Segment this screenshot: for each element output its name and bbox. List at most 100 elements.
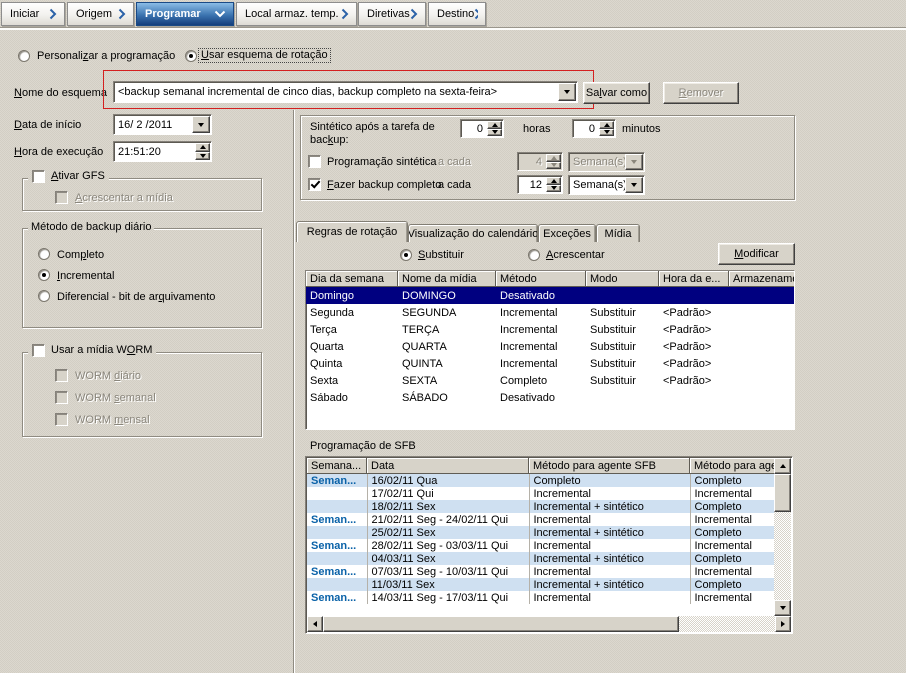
minutos-up-button[interactable] bbox=[599, 121, 614, 129]
tab-local-armaz-temp[interactable]: Local armaz. temp. bbox=[236, 2, 357, 26]
col-semana[interactable]: Semana... bbox=[307, 458, 367, 474]
completo-down-button[interactable] bbox=[546, 185, 561, 193]
scheme-combo-arrow-button[interactable] bbox=[558, 83, 576, 101]
radio-incremental[interactable] bbox=[38, 269, 50, 281]
radio-diferencial[interactable] bbox=[38, 290, 50, 302]
fazer-backup-completo-label[interactable]: Fazer backup completo bbox=[327, 179, 441, 192]
completo-unidade-dropdown-button[interactable] bbox=[625, 177, 643, 193]
sfb-title: Programação de SFB bbox=[310, 440, 416, 453]
sfb-row[interactable]: Seman... 16/02/11 Qua Completo Completo bbox=[307, 474, 774, 487]
fazer-backup-completo-checkbox[interactable] bbox=[308, 178, 321, 191]
col-metodo-agente-sfb[interactable]: Método para agente SFB bbox=[529, 458, 690, 474]
time-down-button[interactable] bbox=[195, 152, 210, 161]
scroll-down-button[interactable] bbox=[774, 600, 791, 616]
cell-sfb-method: Incremental + sintético bbox=[529, 578, 690, 591]
ativar-gfs-checkbox[interactable] bbox=[32, 170, 45, 183]
sfb-row[interactable]: 25/02/11 Sex Incremental + sintético Com… bbox=[307, 526, 774, 539]
tab-origem-label: Origem bbox=[76, 8, 112, 20]
sfb-row[interactable]: Seman... 14/03/11 Seg - 17/03/11 Qui Inc… bbox=[307, 591, 774, 604]
sfb-row[interactable]: 04/03/11 Sex Incremental + sintético Com… bbox=[307, 552, 774, 565]
sintetico-horas-spinner[interactable]: 0 bbox=[460, 119, 504, 138]
col-metodo[interactable]: Método bbox=[496, 271, 586, 287]
programacao-sintetica-label[interactable]: Programação sintética bbox=[327, 156, 436, 169]
tab-programar[interactable]: Programar bbox=[136, 2, 234, 26]
col-dia-da-semana[interactable]: Dia da semana bbox=[306, 271, 398, 287]
cell-sfb-method: Incremental + sintético bbox=[529, 526, 690, 539]
scheme-name-combobox[interactable]: <backup semanal incremental de cinco dia… bbox=[113, 81, 578, 103]
radio-completo-label[interactable]: Completo bbox=[57, 249, 104, 262]
radio-acrescentar-label[interactable]: Acrescentar bbox=[546, 249, 605, 262]
programacao-sintetica-checkbox[interactable] bbox=[308, 155, 321, 168]
horizontal-scroll-thumb[interactable] bbox=[323, 616, 679, 632]
sfb-row[interactable]: 17/02/11 Qui Incremental Incremental bbox=[307, 487, 774, 500]
completo-intervalo-spinner[interactable]: 12 bbox=[517, 175, 563, 194]
completo-up-button[interactable] bbox=[546, 177, 561, 185]
radio-personalizar-label[interactable]: Personalizar a programação bbox=[37, 50, 175, 63]
radio-incremental-label[interactable]: Incremental bbox=[57, 270, 114, 283]
vertical-scroll-thumb[interactable] bbox=[774, 474, 791, 512]
tab-origem[interactable]: Origem bbox=[67, 2, 134, 26]
tab-destino[interactable]: Destino bbox=[428, 2, 486, 26]
sfb-row[interactable]: Seman... 07/03/11 Seg - 10/03/11 Qui Inc… bbox=[307, 565, 774, 578]
col-nome-da-midia[interactable]: Nome da mídia bbox=[398, 271, 496, 287]
rotation-row-quinta[interactable]: Quinta QUINTA Incremental Substituir <Pa… bbox=[306, 355, 795, 372]
rotation-row-domingo[interactable]: Domingo DOMINGO Desativado bbox=[306, 287, 795, 304]
cell-week bbox=[307, 487, 367, 500]
sfb-vertical-scrollbar[interactable] bbox=[774, 458, 791, 616]
subtab-midia[interactable]: Mídia bbox=[596, 224, 640, 242]
minutos-down-button[interactable] bbox=[599, 129, 614, 137]
rotation-row-quarta[interactable]: Quarta QUARTA Incremental Substituir <Pa… bbox=[306, 338, 795, 355]
radio-diferencial-label[interactable]: Diferencial - bit de arquivamento bbox=[57, 291, 215, 304]
worm-mensal-label: WORM mensal bbox=[75, 414, 150, 427]
salvar-como-button[interactable]: Salvar como bbox=[583, 82, 650, 104]
rotation-row-segunda[interactable]: Segunda SEGUNDA Incremental Substituir <… bbox=[306, 304, 795, 321]
sintetico-minutos-spinner[interactable]: 0 bbox=[572, 119, 616, 138]
tab-diretivas[interactable]: Diretivas bbox=[358, 2, 426, 26]
rotation-row-sabado[interactable]: Sábado SÁBADO Desativado bbox=[306, 389, 795, 406]
sfb-row[interactable]: Seman... 21/02/11 Seg - 24/02/11 Qui Inc… bbox=[307, 513, 774, 526]
modificar-button[interactable]: Modificar bbox=[718, 243, 795, 265]
hora-execucao-spinner[interactable]: 21:51:20 bbox=[113, 141, 212, 162]
col-modo[interactable]: Modo bbox=[586, 271, 659, 287]
arrow-up-icon bbox=[780, 464, 786, 468]
completo-unidade-combobox[interactable]: Semana(s) bbox=[568, 175, 645, 195]
scheme-name-label: Nome do esquema bbox=[14, 87, 107, 100]
usar-midia-worm-checkbox[interactable] bbox=[32, 344, 45, 357]
scroll-right-button[interactable] bbox=[775, 616, 791, 632]
radio-personalizar-programacao[interactable] bbox=[18, 50, 30, 62]
sfb-row[interactable]: 18/02/11 Sex Incremental + sintético Com… bbox=[307, 500, 774, 513]
subtab-regras-de-rotacao[interactable]: Regras de rotação bbox=[296, 221, 408, 242]
sfb-row[interactable]: Seman... 28/02/11 Seg - 03/03/11 Qui Inc… bbox=[307, 539, 774, 552]
rotation-row-terca[interactable]: Terça TERÇA Incremental Substituir <Padr… bbox=[306, 321, 795, 338]
usar-midia-worm-label[interactable]: Usar a mídia WORM bbox=[51, 344, 152, 357]
col-data[interactable]: Data bbox=[367, 458, 529, 474]
subtab-excecoes[interactable]: Exceções bbox=[538, 224, 596, 242]
sintetico-apos-label-line2: backup: bbox=[310, 134, 349, 147]
date-dropdown-button[interactable] bbox=[192, 116, 210, 133]
ativar-gfs-label[interactable]: Ativar GFS bbox=[51, 170, 105, 183]
sfb-row[interactable]: 11/03/11 Sex Incremental + sintético Com… bbox=[307, 578, 774, 591]
col-metodo-agente[interactable]: Método para ager bbox=[690, 458, 774, 474]
horas-down-button[interactable] bbox=[487, 129, 502, 137]
col-armazenamento[interactable]: Armazename... bbox=[729, 271, 795, 287]
col-hora[interactable]: Hora da e... bbox=[659, 271, 729, 287]
radio-completo[interactable] bbox=[38, 248, 50, 260]
scroll-left-button[interactable] bbox=[307, 616, 323, 632]
data-inicio-datepicker[interactable]: 16/ 2 /2011 bbox=[113, 114, 212, 135]
radio-substituir[interactable] bbox=[400, 249, 412, 261]
data-inicio-value: 16/ 2 /2011 bbox=[114, 119, 192, 131]
subtab-visualizacao-calendario[interactable]: Visualização do calendário bbox=[408, 224, 538, 242]
radio-acrescentar[interactable] bbox=[528, 249, 540, 261]
sfb-horizontal-scrollbar[interactable] bbox=[307, 616, 791, 632]
cell-week: Seman... bbox=[307, 565, 367, 578]
radio-usar-esquema-rotacao[interactable] bbox=[185, 50, 197, 62]
tab-iniciar[interactable]: Iniciar bbox=[1, 2, 65, 26]
horas-up-button[interactable] bbox=[487, 121, 502, 129]
hora-execucao-value: 21:51:20 bbox=[114, 146, 195, 158]
radio-substituir-label[interactable]: Substituir bbox=[418, 249, 464, 262]
scroll-up-button[interactable] bbox=[774, 458, 791, 474]
time-up-button[interactable] bbox=[195, 143, 210, 152]
rotation-row-sexta[interactable]: Sexta SEXTA Completo Substituir <Padrão> bbox=[306, 372, 795, 389]
intervalo-up-button bbox=[546, 154, 561, 162]
radio-usar-esquema-label[interactable]: Usar esquema de rotação bbox=[199, 49, 330, 62]
